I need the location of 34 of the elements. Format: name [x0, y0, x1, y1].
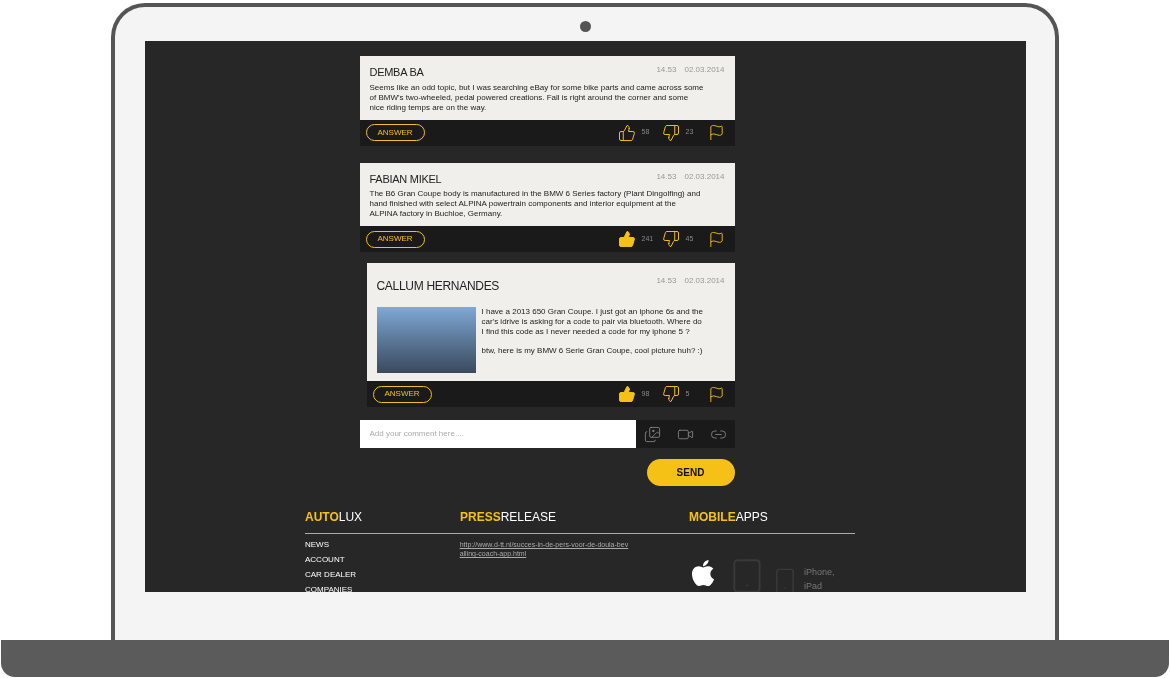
- thumbs-up-icon[interactable]: [617, 123, 636, 142]
- comment-date: 02.03.2014: [684, 64, 725, 76]
- thumbs-down-icon[interactable]: [661, 230, 680, 248]
- footer-link[interactable]: CAR DEALER: [305, 570, 460, 580]
- image-add-icon[interactable]: [643, 425, 661, 443]
- comment-date: 02.03.2014: [684, 275, 725, 287]
- camera-icon: [579, 21, 591, 32]
- comment-text: Seems like an odd topic, but I was searching eBay for some bike parts and came across some of BMW's two-wheeled, pedal powered creations. Fall is right around the corner and some nice riding temps are on the way.: [369, 82, 705, 113]
- footer-heading: MOBILEAPPS: [689, 509, 768, 526]
- footer-heading: AUTOLUX: [305, 509, 364, 526]
- send-button[interactable]: SEND: [646, 459, 735, 486]
- footer-link[interactable]: ACCOUNT: [305, 555, 460, 565]
- flag-icon[interactable]: [707, 230, 725, 248]
- comment-time: 14.53: [656, 275, 677, 287]
- footer-link[interactable]: NEWS: [305, 540, 460, 550]
- author-name: FABIAN MIKEL: [369, 171, 442, 187]
- comment-text: btw, here is my BMW 6 Serie Gran Coupe, cool picture huh? :): [481, 346, 704, 356]
- flag-icon[interactable]: [707, 124, 725, 141]
- thumbs-down-icon[interactable]: [661, 385, 680, 403]
- author-name: CALLUM HERNANDES: [376, 278, 500, 295]
- comment-text: I have a 2013 650 Gran Coupe. I just got an iphone 6s and the car's idrive is asking for a code to pair via bluetooth. Where do I find this code as I never needed a code for my iphone 5 ?: [481, 307, 704, 337]
- comment-date: 02.03.2014: [684, 170, 725, 183]
- footer-heading: PRESSRELEASE: [460, 509, 558, 526]
- comment-time: 14.53: [656, 170, 677, 183]
- comment-time: 14.53: [656, 64, 677, 76]
- flag-icon[interactable]: [707, 385, 725, 403]
- footer-link[interactable]: COMPANIES: [305, 585, 460, 592]
- thumbs-down-icon[interactable]: [661, 123, 680, 142]
- thumbs-up-icon[interactable]: [617, 230, 636, 248]
- comment-text: The B6 Gran Coupe body is manufactured in the BMW 6 Series factory (Plant Dingolfing) and hand finished with select ALPINA powertrain components and interior equipment at the ALPINA factory in Buchloe, Germany.: [369, 189, 702, 219]
- thumbs-up-icon[interactable]: [617, 385, 636, 403]
- comment-input-field[interactable]: Add your comment here....: [359, 420, 636, 448]
- apps-caption: iPhone, iPad: [804, 566, 836, 592]
- author-name: DEMBA BA: [369, 65, 424, 80]
